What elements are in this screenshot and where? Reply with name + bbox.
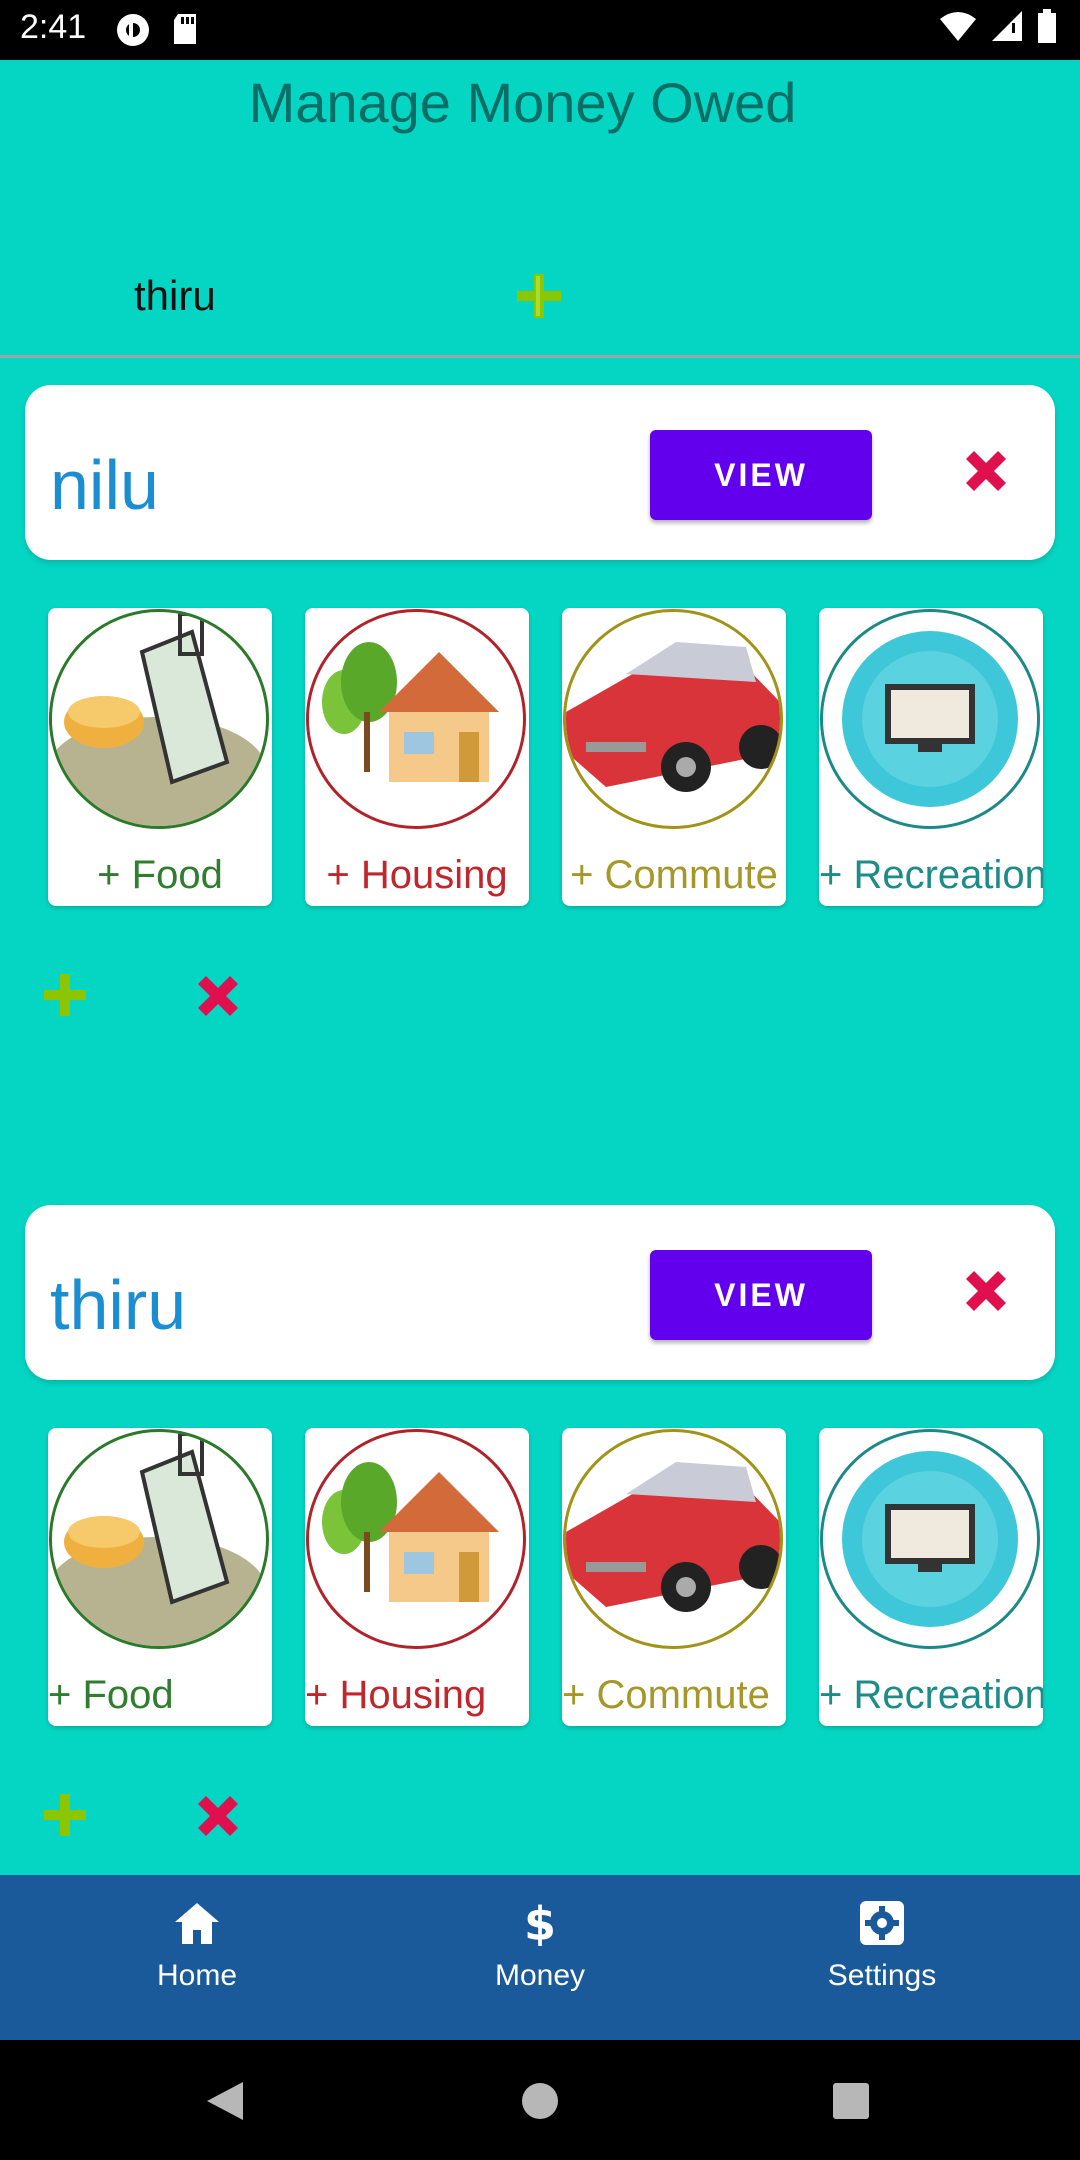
home-icon [175, 1903, 219, 1944]
status-time: 2:41 [20, 8, 87, 46]
nav-item-home[interactable]: Home [97, 1900, 297, 1993]
add-person-icon[interactable] [515, 272, 563, 320]
car-icon [566, 1462, 780, 1612]
dollar-icon: $ [524, 1897, 556, 1951]
category-recreation[interactable]: + Recreation [819, 608, 1043, 906]
system-navigation-bar [0, 2040, 1080, 2160]
house-icon [322, 642, 499, 782]
divider [0, 355, 1080, 358]
new-person-name[interactable]: thiru [134, 272, 216, 320]
category-label: + Housing [305, 1673, 487, 1717]
add-expense-icon[interactable] [42, 972, 88, 1018]
home-button-icon[interactable] [520, 2081, 560, 2121]
nav-item-settings[interactable]: Settings [782, 1900, 982, 1993]
car-icon [566, 642, 780, 792]
commute-image [563, 1429, 783, 1649]
nav-label: Home [156, 1959, 238, 1992]
category-food[interactable]: + Food [48, 1428, 272, 1726]
housing-image [306, 609, 526, 829]
svg-text:$: $ [524, 1900, 556, 1946]
category-housing[interactable]: + Housing [305, 1428, 529, 1726]
category-label: + Commute [562, 1673, 770, 1717]
monitor-icon [842, 631, 1018, 807]
category-food[interactable]: + Food [48, 608, 272, 906]
signal-icon [992, 11, 1022, 41]
delete-person-icon[interactable] [960, 445, 1012, 497]
add-expense-icon[interactable] [42, 1792, 88, 1838]
grater-icon [52, 612, 266, 826]
sd-card-icon [174, 14, 196, 44]
category-label: + Commute [570, 853, 778, 897]
category-commute[interactable]: + Commute [562, 608, 786, 906]
view-button[interactable]: VIEW [650, 430, 872, 520]
commute-image [563, 609, 783, 829]
category-recreation[interactable]: + Recreation [819, 1428, 1043, 1726]
food-image [49, 609, 269, 829]
person-name: nilu [50, 446, 159, 524]
back-icon[interactable] [205, 2080, 245, 2122]
category-label: + Recreation [819, 1673, 1043, 1717]
nav-label: Money [494, 1959, 586, 1992]
wifi-icon [940, 12, 976, 41]
category-commute[interactable]: + Commute [562, 1428, 786, 1726]
delete-expense-icon[interactable] [192, 1790, 244, 1842]
gear-icon [860, 1901, 904, 1945]
house-icon [322, 1462, 499, 1602]
delete-expense-icon[interactable] [192, 970, 244, 1022]
person-card: thiru VIEW [25, 1205, 1055, 1380]
nav-label: Settings [827, 1959, 937, 1992]
status-bar: 2:41 [0, 0, 1080, 60]
view-button[interactable]: VIEW [650, 1250, 872, 1340]
recents-icon[interactable] [832, 2082, 870, 2120]
bottom-navigation: Home $ Money Settings [0, 1875, 1080, 2040]
recreation-image [820, 1429, 1040, 1649]
grater-icon [52, 1432, 266, 1646]
battery-icon [1038, 9, 1056, 43]
category-label: + Food [97, 853, 223, 897]
app-notification-icon [117, 14, 149, 46]
delete-person-icon[interactable] [960, 1265, 1012, 1317]
category-label: + Housing [326, 853, 508, 897]
nav-item-money[interactable]: $ Money [440, 1897, 640, 1993]
person-card: nilu VIEW [25, 385, 1055, 560]
recreation-image [820, 609, 1040, 829]
page-title: Manage Money Owed [248, 71, 797, 134]
monitor-icon [842, 1451, 1018, 1627]
category-label: + Recreation [819, 853, 1043, 897]
person-name: thiru [50, 1266, 187, 1344]
category-label: + Food [48, 1673, 174, 1717]
food-image [49, 1429, 269, 1649]
housing-image [306, 1429, 526, 1649]
category-housing[interactable]: + Housing [305, 608, 529, 906]
